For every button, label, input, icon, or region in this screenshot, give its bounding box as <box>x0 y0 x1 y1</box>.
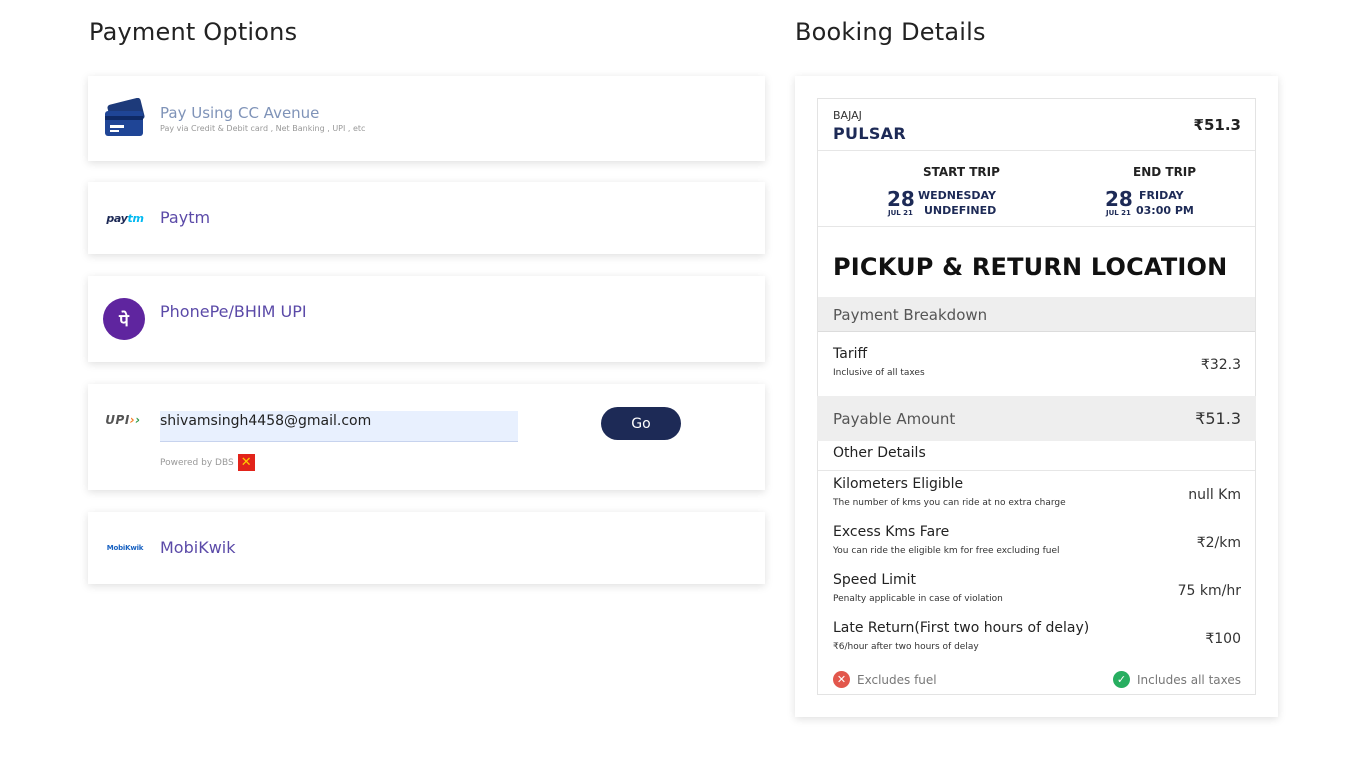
phonepe-label: PhonePe/BHIM UPI <box>160 302 307 321</box>
mobikwik-label: MobiKwik <box>160 538 236 557</box>
late-return-subtitle: ₹6/hour after two hours of delay <box>833 642 979 652</box>
paytm-option[interactable]: paytm Paytm <box>88 182 765 254</box>
mobikwik-logo: MobiKwik <box>106 544 144 552</box>
excess-km-value: ₹2/km <box>1196 535 1241 551</box>
payable-amount-label: Payable Amount <box>833 410 956 428</box>
late-return-title: Late Return(First two hours of delay) <box>833 620 1090 636</box>
credit-card-icon <box>103 98 147 138</box>
end-trip-heading: END TRIP <box>1133 165 1197 179</box>
cc-avenue-option[interactable]: Pay Using CC Avenue Pay via Credit & Deb… <box>88 76 765 161</box>
cc-avenue-subtitle: Pay via Credit & Debit card , Net Bankin… <box>160 124 366 133</box>
end-trip-month: JUL 21 <box>1106 209 1131 217</box>
payment-breakdown-heading: Payment Breakdown <box>833 306 988 324</box>
tariff-value: ₹32.3 <box>1200 357 1241 373</box>
booking-summary: BAJAJ PULSAR ₹51.3 START TRIP 28 JUL 21 … <box>817 98 1256 695</box>
vehicle-brand: BAJAJ <box>833 109 862 122</box>
tariff-subtitle: Inclusive of all taxes <box>833 368 925 378</box>
cross-icon: ✕ <box>833 671 850 688</box>
vehicle-price: ₹51.3 <box>1193 116 1241 134</box>
payable-amount-value: ₹51.3 <box>1195 409 1241 428</box>
payment-options-title: Payment Options <box>89 18 298 46</box>
paytm-logo: paytm <box>106 211 144 225</box>
excludes-fuel-text: Excludes fuel <box>857 672 937 687</box>
speed-limit-subtitle: Penalty applicable in case of violation <box>833 594 1003 604</box>
upi-id-input[interactable] <box>160 411 518 442</box>
upi-option: UPI›› Go Powered by DBS ✕ <box>88 384 765 490</box>
start-trip-time: UNDEFINED <box>924 204 997 217</box>
start-trip-day: 28 <box>887 187 915 211</box>
pickup-return-heading: PICKUP & RETURN LOCATION <box>833 253 1228 281</box>
cc-avenue-label: Pay Using CC Avenue <box>160 104 320 122</box>
speed-limit-title: Speed Limit <box>833 572 917 588</box>
go-button[interactable]: Go <box>601 407 681 440</box>
end-trip-time: 03:00 PM <box>1136 204 1194 217</box>
upi-logo: UPI›› <box>105 413 141 427</box>
end-trip-weekday: FRIDAY <box>1139 189 1184 202</box>
other-details-heading: Other Details <box>833 445 926 461</box>
booking-details-title: Booking Details <box>795 18 986 46</box>
includes-taxes-text: Includes all taxes <box>1136 672 1241 687</box>
late-return-value: ₹100 <box>1205 631 1241 647</box>
km-eligible-title: Kilometers Eligible <box>833 476 964 492</box>
start-trip-weekday: WEDNESDAY <box>918 189 996 202</box>
km-eligible-subtitle: The number of kms you can ride at no ext… <box>833 498 1066 508</box>
start-trip-month: JUL 21 <box>888 209 913 217</box>
tariff-title: Tariff <box>833 346 868 362</box>
excess-km-subtitle: You can ride the eligible km for free ex… <box>833 546 1060 556</box>
powered-by-text: Powered by DBS <box>160 457 234 468</box>
speed-limit-value: 75 km/hr <box>1177 583 1241 599</box>
check-icon: ✓ <box>1112 671 1130 688</box>
payable-amount-band: Payable Amount ₹51.3 <box>817 396 1256 441</box>
start-trip-heading: START TRIP <box>923 165 1000 179</box>
booking-card: BAJAJ PULSAR ₹51.3 START TRIP 28 JUL 21 … <box>795 76 1278 717</box>
includes-taxes-item: ✓ Includes all taxes <box>1112 671 1241 688</box>
mobikwik-option[interactable]: MobiKwik MobiKwik <box>88 512 765 584</box>
dbs-logo-icon: ✕ <box>237 454 255 471</box>
phonepe-option[interactable]: पे PhonePe/BHIM UPI <box>88 276 765 362</box>
divider <box>818 470 1255 471</box>
divider <box>818 226 1255 227</box>
payment-breakdown-band: Payment Breakdown <box>818 297 1255 332</box>
end-trip-day: 28 <box>1105 187 1133 211</box>
powered-by-dbs: Powered by DBS ✕ <box>160 454 255 471</box>
vehicle-model: PULSAR <box>833 124 906 143</box>
excludes-fuel-item: ✕ Excludes fuel <box>833 671 937 688</box>
paytm-label: Paytm <box>160 208 211 227</box>
divider <box>818 150 1255 151</box>
phonepe-logo: पे <box>103 298 145 340</box>
km-eligible-value: null Km <box>1188 487 1241 503</box>
excess-km-title: Excess Kms Fare <box>833 524 950 540</box>
